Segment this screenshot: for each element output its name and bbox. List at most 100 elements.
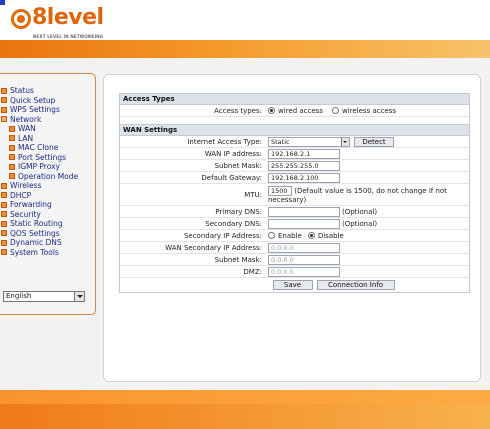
header: 8level NEXT LEVEL IN NETWORKING	[0, 0, 490, 58]
wan-secondary-ip-input[interactable]: 0.0.0.0	[268, 242, 340, 253]
language-select-value: English	[6, 292, 32, 300]
sidebar-item-label: Static Routing	[10, 219, 63, 229]
sidebar-item-label: Security	[10, 209, 41, 219]
internet-access-type-row: Internet Access Type: Static Detect	[120, 136, 469, 148]
sidebar-item-wireless[interactable]: Wireless	[0, 181, 93, 191]
internet-access-type-select[interactable]: Static	[268, 136, 350, 147]
footer-strip	[0, 390, 490, 404]
page-box-icon	[9, 173, 15, 180]
sidebar-item-status[interactable]: Status	[0, 86, 93, 96]
action-row: Save Connection Info	[120, 278, 469, 292]
primary-dns-input[interactable]	[268, 206, 340, 217]
access-types-label: Access types:	[214, 106, 262, 115]
plus-box-icon	[1, 87, 7, 94]
secondary-subnet-input[interactable]: 0.0.0.0	[268, 254, 340, 265]
main-panel: Access Types Access types: wired access …	[103, 74, 481, 382]
plus-box-icon	[1, 239, 7, 246]
detect-button[interactable]: Detect	[354, 136, 394, 147]
sidebar-item-igmp-proxy[interactable]: IGMP Proxy	[0, 162, 93, 172]
sidebar-item-label: WPS Settings	[10, 105, 60, 115]
secondary-subnet-row: Subnet Mask: 0.0.0.0	[120, 254, 469, 266]
chevron-down-icon	[74, 292, 84, 301]
subnet-mask-input[interactable]: 255.255.255.0	[268, 160, 340, 171]
sidebar-item-static-routing[interactable]: Static Routing	[0, 219, 93, 229]
plus-box-icon	[1, 201, 7, 208]
sidebar-item-forwarding[interactable]: Forwarding	[0, 200, 93, 210]
sidebar-item-qos-settings[interactable]: QOS Settings	[0, 229, 93, 239]
sidebar-item-label: Operation Mode	[18, 171, 79, 181]
sidebar-item-label: LAN	[18, 133, 34, 143]
wireless-access-radio[interactable]	[331, 107, 339, 114]
sidebar-menu: Status Quick Setup WPS Settings Network WAN L…	[0, 86, 93, 257]
page-box-icon	[9, 125, 15, 132]
sidebar: Status Quick Setup WPS Settings Network WAN L…	[0, 73, 96, 315]
wan-ip-input[interactable]: 192.168.2.1	[268, 148, 340, 159]
footer	[0, 390, 490, 429]
header-band	[0, 40, 490, 58]
secondary-dns-label: Secondary DNS:	[205, 219, 262, 228]
sidebar-item-label: Network	[10, 114, 42, 124]
secondary-ip-enable-label: Enable	[278, 231, 302, 240]
page-box-icon	[9, 154, 15, 161]
wired-access-label: wired access	[278, 106, 323, 115]
sidebar-item-label: DHCP	[10, 190, 32, 200]
wireless-access-label: wireless access	[341, 106, 397, 115]
sidebar-item-wps-settings[interactable]: WPS Settings	[0, 105, 93, 115]
brand-name: 8level	[32, 5, 104, 30]
save-button[interactable]: Save	[272, 280, 313, 290]
plus-box-icon	[1, 192, 7, 199]
subnet-mask-row: Subnet Mask: 255.255.255.0	[120, 160, 469, 172]
primary-dns-hint: (Optional)	[342, 207, 378, 216]
sidebar-item-security[interactable]: Security	[0, 210, 93, 220]
connection-info-button[interactable]: Connection Info	[316, 280, 395, 290]
plus-box-icon	[1, 97, 7, 104]
sidebar-item-label: WAN	[18, 124, 36, 134]
sidebar-item-label: IGMP Proxy	[18, 162, 60, 172]
wan-ip-label: WAN IP address:	[204, 149, 262, 158]
sidebar-item-dhcp[interactable]: DHCP	[0, 191, 93, 201]
sidebar-item-dynamic-dns[interactable]: Dynamic DNS	[0, 238, 93, 248]
secondary-ip-enable-radio[interactable]	[268, 232, 275, 239]
minus-box-icon	[1, 116, 7, 123]
secondary-ip-row: Secondary IP Address: Enable Disable	[120, 230, 469, 242]
primary-dns-label: Primary DNS:	[215, 207, 262, 216]
dmz-label: DMZ:	[243, 267, 262, 276]
sidebar-item-label: MAC Clone	[18, 143, 59, 153]
secondary-ip-disable-radio[interactable]	[307, 232, 315, 239]
sidebar-item-system-tools[interactable]: System Tools	[0, 248, 93, 258]
sidebar-item-network[interactable]: Network	[0, 115, 93, 125]
mtu-row: MTU: 1500 (Default value is 1500, do not…	[120, 184, 469, 206]
dmz-input[interactable]: 0.0.0.0	[268, 266, 340, 277]
wan-secondary-ip-row: WAN Secondary IP Address: 0.0.0.0	[120, 242, 469, 254]
sidebar-item-wan[interactable]: WAN	[0, 124, 93, 134]
language-select[interactable]: English	[3, 291, 85, 302]
page-box-icon	[9, 163, 15, 170]
sidebar-item-port-settings[interactable]: Port Settings	[0, 153, 93, 163]
plus-box-icon	[1, 230, 7, 237]
sidebar-item-mac-clone[interactable]: MAC Clone	[0, 143, 93, 153]
plus-box-icon	[1, 106, 7, 113]
sidebar-item-label: Dynamic DNS	[10, 238, 62, 248]
sidebar-item-operation-mode[interactable]: Operation Mode	[0, 172, 93, 182]
internet-access-type-label: Internet Access Type:	[187, 137, 262, 146]
plus-box-icon	[1, 211, 7, 218]
subnet-mask-label: Subnet Mask:	[214, 161, 262, 170]
sidebar-item-quick-setup[interactable]: Quick Setup	[0, 96, 93, 106]
mtu-input[interactable]: 1500	[268, 185, 292, 196]
wired-access-radio[interactable]	[268, 107, 275, 114]
secondary-dns-hint: (Optional)	[342, 219, 378, 228]
default-gateway-label: Default Gateway:	[201, 173, 262, 182]
logo-mark-icon	[11, 9, 31, 29]
sidebar-item-lan[interactable]: LAN	[0, 134, 93, 144]
sidebar-item-label: Forwarding	[10, 200, 52, 210]
secondary-ip-label: Secondary IP Address:	[183, 231, 262, 240]
internet-access-type-value: Static	[271, 137, 290, 146]
secondary-dns-row: Secondary DNS: (Optional)	[120, 218, 469, 230]
sidebar-item-label: Status	[10, 86, 34, 96]
section-access-types: Access Types	[120, 94, 469, 105]
secondary-dns-input[interactable]	[268, 218, 340, 229]
corner-accent	[0, 0, 5, 5]
wan-ip-row: WAN IP address: 192.168.2.1	[120, 148, 469, 160]
default-gateway-input[interactable]: 192.168.2.100	[268, 172, 340, 183]
section-wan-settings: WAN Settings	[120, 125, 469, 136]
